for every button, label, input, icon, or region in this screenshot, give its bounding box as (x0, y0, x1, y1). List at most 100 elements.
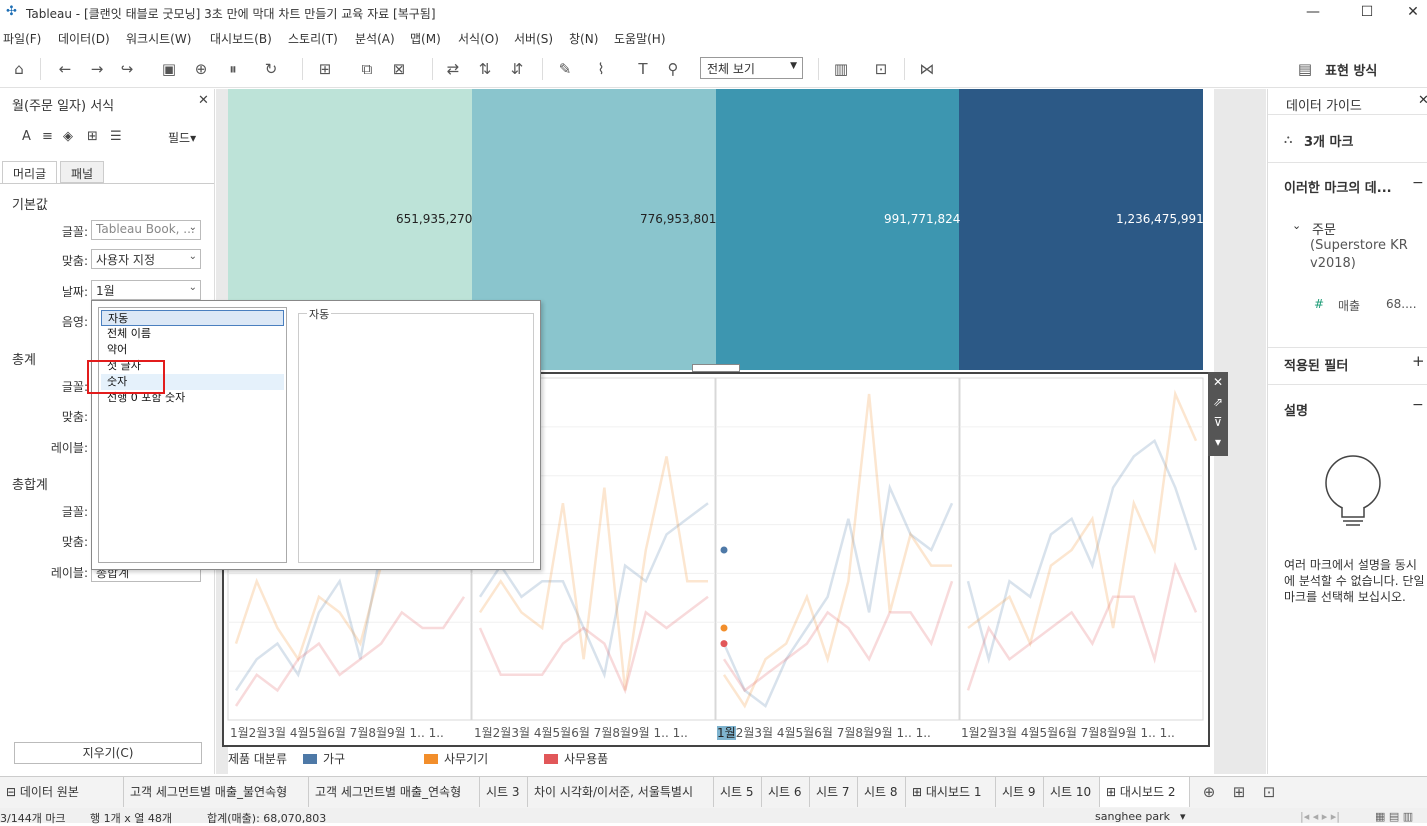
new-dashboard-icon[interactable]: ⊞ (1228, 781, 1250, 803)
description-title[interactable]: 설명 (1284, 400, 1308, 419)
highlight-point[interactable] (720, 624, 728, 632)
tab-sheet[interactable]: 고객 세그먼트별 매출_연속형 (309, 777, 480, 807)
source-name: 주문 (1312, 223, 1336, 238)
series-line-사무용품[interactable] (966, 561, 1198, 691)
tab-sheet[interactable]: 시트 6 (762, 777, 810, 807)
lines-format-icon[interactable]: ☰ (110, 129, 122, 144)
tab-dashboard-active[interactable]: ⊞ 대시보드 2 (1100, 777, 1190, 807)
clear-button[interactable]: 지우기(C) (14, 742, 202, 764)
marks-section-title[interactable]: 이러한 마크의 데... (1284, 177, 1392, 196)
new-worksheet-icon[interactable]: ⊞ (314, 58, 336, 80)
grand-align-label: 맞춤: (61, 535, 88, 549)
font-select[interactable]: Tableau Book, ... ⌄ (91, 220, 201, 240)
pin-icon[interactable]: ⚲ (662, 58, 684, 80)
menu-map[interactable]: 맵(M) (410, 30, 441, 47)
redo-icon[interactable]: → (86, 58, 108, 80)
tab-panel[interactable]: 패널 (60, 161, 105, 183)
close-window-button[interactable]: ✕ (1390, 0, 1427, 26)
filters-title[interactable]: 적용된 필터 (1284, 355, 1348, 374)
status-user[interactable]: sanghee park (1095, 810, 1170, 823)
menu-help[interactable]: 도움말(H) (614, 30, 666, 47)
date-option-auto[interactable]: 자동 (101, 310, 284, 326)
date-option-abbrev[interactable]: 약어 (101, 342, 284, 358)
more-options-icon[interactable]: ▾ (1208, 432, 1228, 452)
swap-icon[interactable]: ⇄ (442, 58, 464, 80)
duplicate-icon[interactable]: ⧉ (356, 58, 378, 80)
presentation-icon[interactable]: ⊡ (870, 58, 892, 80)
collapse-icon[interactable]: − (1412, 397, 1424, 413)
series-line-사무용품[interactable] (478, 595, 709, 695)
filter-icon[interactable]: ⊽ (1208, 412, 1228, 432)
new-datasource-icon[interactable]: ⊕ (190, 58, 212, 80)
menu-dashboard[interactable]: 대시보드(B) (210, 30, 272, 47)
refresh-icon[interactable]: ↻ (260, 58, 282, 80)
menu-file[interactable]: 파일(F) (3, 30, 41, 47)
menu-story[interactable]: 스토리(T) (288, 30, 338, 47)
goto-sheet-icon[interactable]: ⇗ (1208, 392, 1228, 412)
highlight-point[interactable] (720, 546, 728, 554)
field-dropdown-button[interactable]: 필드▾ (168, 129, 196, 146)
show-me-button[interactable]: 표현 방식 (1325, 60, 1377, 79)
home-icon[interactable]: ⌂ (8, 58, 30, 80)
border-format-icon[interactable]: ⊞ (87, 129, 98, 144)
series-line-사무기기[interactable] (722, 393, 952, 709)
save-icon[interactable]: ▣ (158, 58, 180, 80)
menu-worksheet[interactable]: 워크시트(W) (126, 30, 191, 47)
collapse-icon[interactable]: − (1412, 175, 1424, 191)
label-icon[interactable]: T (632, 58, 654, 80)
bar-segment-4[interactable] (959, 89, 1203, 370)
fit-icon[interactable]: ▥ (830, 58, 852, 80)
menu-analysis[interactable]: 분석(A) (355, 30, 395, 47)
tab-sheet[interactable]: 시트 8 (858, 777, 906, 807)
minimize-button[interactable]: — (1290, 0, 1336, 26)
share-icon[interactable]: ⋈ (916, 58, 938, 80)
menu-data[interactable]: 데이터(D) (58, 30, 110, 47)
view-mode-icons[interactable]: ▦ ▤ ▥ (1375, 810, 1413, 823)
pause-icon[interactable]: ⏸ (222, 58, 244, 80)
view-fit-select[interactable]: 전체 보기 ▼ (700, 57, 803, 79)
close-icon[interactable]: ✕ (1418, 93, 1427, 108)
clear-icon[interactable]: ⊠ (388, 58, 410, 80)
chevron-down-icon[interactable]: ▾ (1180, 810, 1186, 823)
tab-sheet[interactable]: 차이 시각화/이서준, 서울특별시 (528, 777, 714, 807)
new-story-icon[interactable]: ⊡ (1258, 781, 1280, 803)
tab-sheet[interactable]: 시트 5 (714, 777, 762, 807)
chevron-down-icon[interactable]: ⌄ (1292, 219, 1301, 232)
sort-asc-icon[interactable]: ⇅ (474, 58, 496, 80)
menu-server[interactable]: 서버(S) (514, 30, 553, 47)
layout-divider-handle[interactable] (692, 364, 740, 372)
highlight-annotation-box (87, 360, 165, 394)
tab-dashboard[interactable]: ⊞ 대시보드 1 (906, 777, 996, 807)
menu-window[interactable]: 창(N) (569, 30, 598, 47)
undo-icon[interactable]: ← (54, 58, 76, 80)
align-format-icon[interactable]: ≡ (42, 129, 53, 144)
new-sheet-icon[interactable]: ⊕ (1198, 781, 1220, 803)
font-format-icon[interactable]: A (22, 129, 31, 144)
group-icon[interactable]: ⌇ (590, 58, 612, 80)
remove-icon[interactable]: ✕ (1208, 372, 1228, 392)
highlight-icon[interactable]: ✎ (554, 58, 576, 80)
bar-segment-3[interactable] (716, 89, 959, 370)
tab-sheet[interactable]: 시트 7 (810, 777, 858, 807)
tab-sheet[interactable]: 시트 9 (996, 777, 1044, 807)
expand-icon[interactable]: + (1412, 352, 1425, 370)
close-icon[interactable]: ✕ (198, 93, 209, 108)
tab-sheet[interactable]: 시트 3 (480, 777, 528, 807)
tab-header[interactable]: 머리글 (2, 161, 58, 183)
date-option-full-name[interactable]: 전체 이름 (101, 326, 284, 342)
nav-first-icon[interactable]: |◂ ◂ ▸ ▸| (1300, 810, 1340, 823)
show-me-icon[interactable]: ▤ (1294, 58, 1316, 80)
tab-sheet[interactable]: 시트 10 (1044, 777, 1100, 807)
align-value: 사용자 지정 (96, 253, 156, 267)
maximize-button[interactable]: ☐ (1344, 0, 1390, 26)
highlight-point[interactable] (720, 640, 728, 648)
align-select[interactable]: 사용자 지정 ⌄ (91, 249, 201, 269)
date-value: 1월 (96, 284, 115, 298)
tab-data-source[interactable]: ⊟ 데이터 원본 (0, 777, 124, 807)
tab-sheet[interactable]: 고객 세그먼트별 매출_불연속형 (124, 777, 309, 807)
date-select[interactable]: 1월 ⌄ (91, 280, 201, 300)
sort-desc-icon[interactable]: ⇵ (506, 58, 528, 80)
menu-format[interactable]: 서식(O) (458, 30, 499, 47)
redo-forward-icon[interactable]: ↪ (116, 58, 138, 80)
shading-format-icon[interactable]: ◈ (63, 129, 73, 144)
